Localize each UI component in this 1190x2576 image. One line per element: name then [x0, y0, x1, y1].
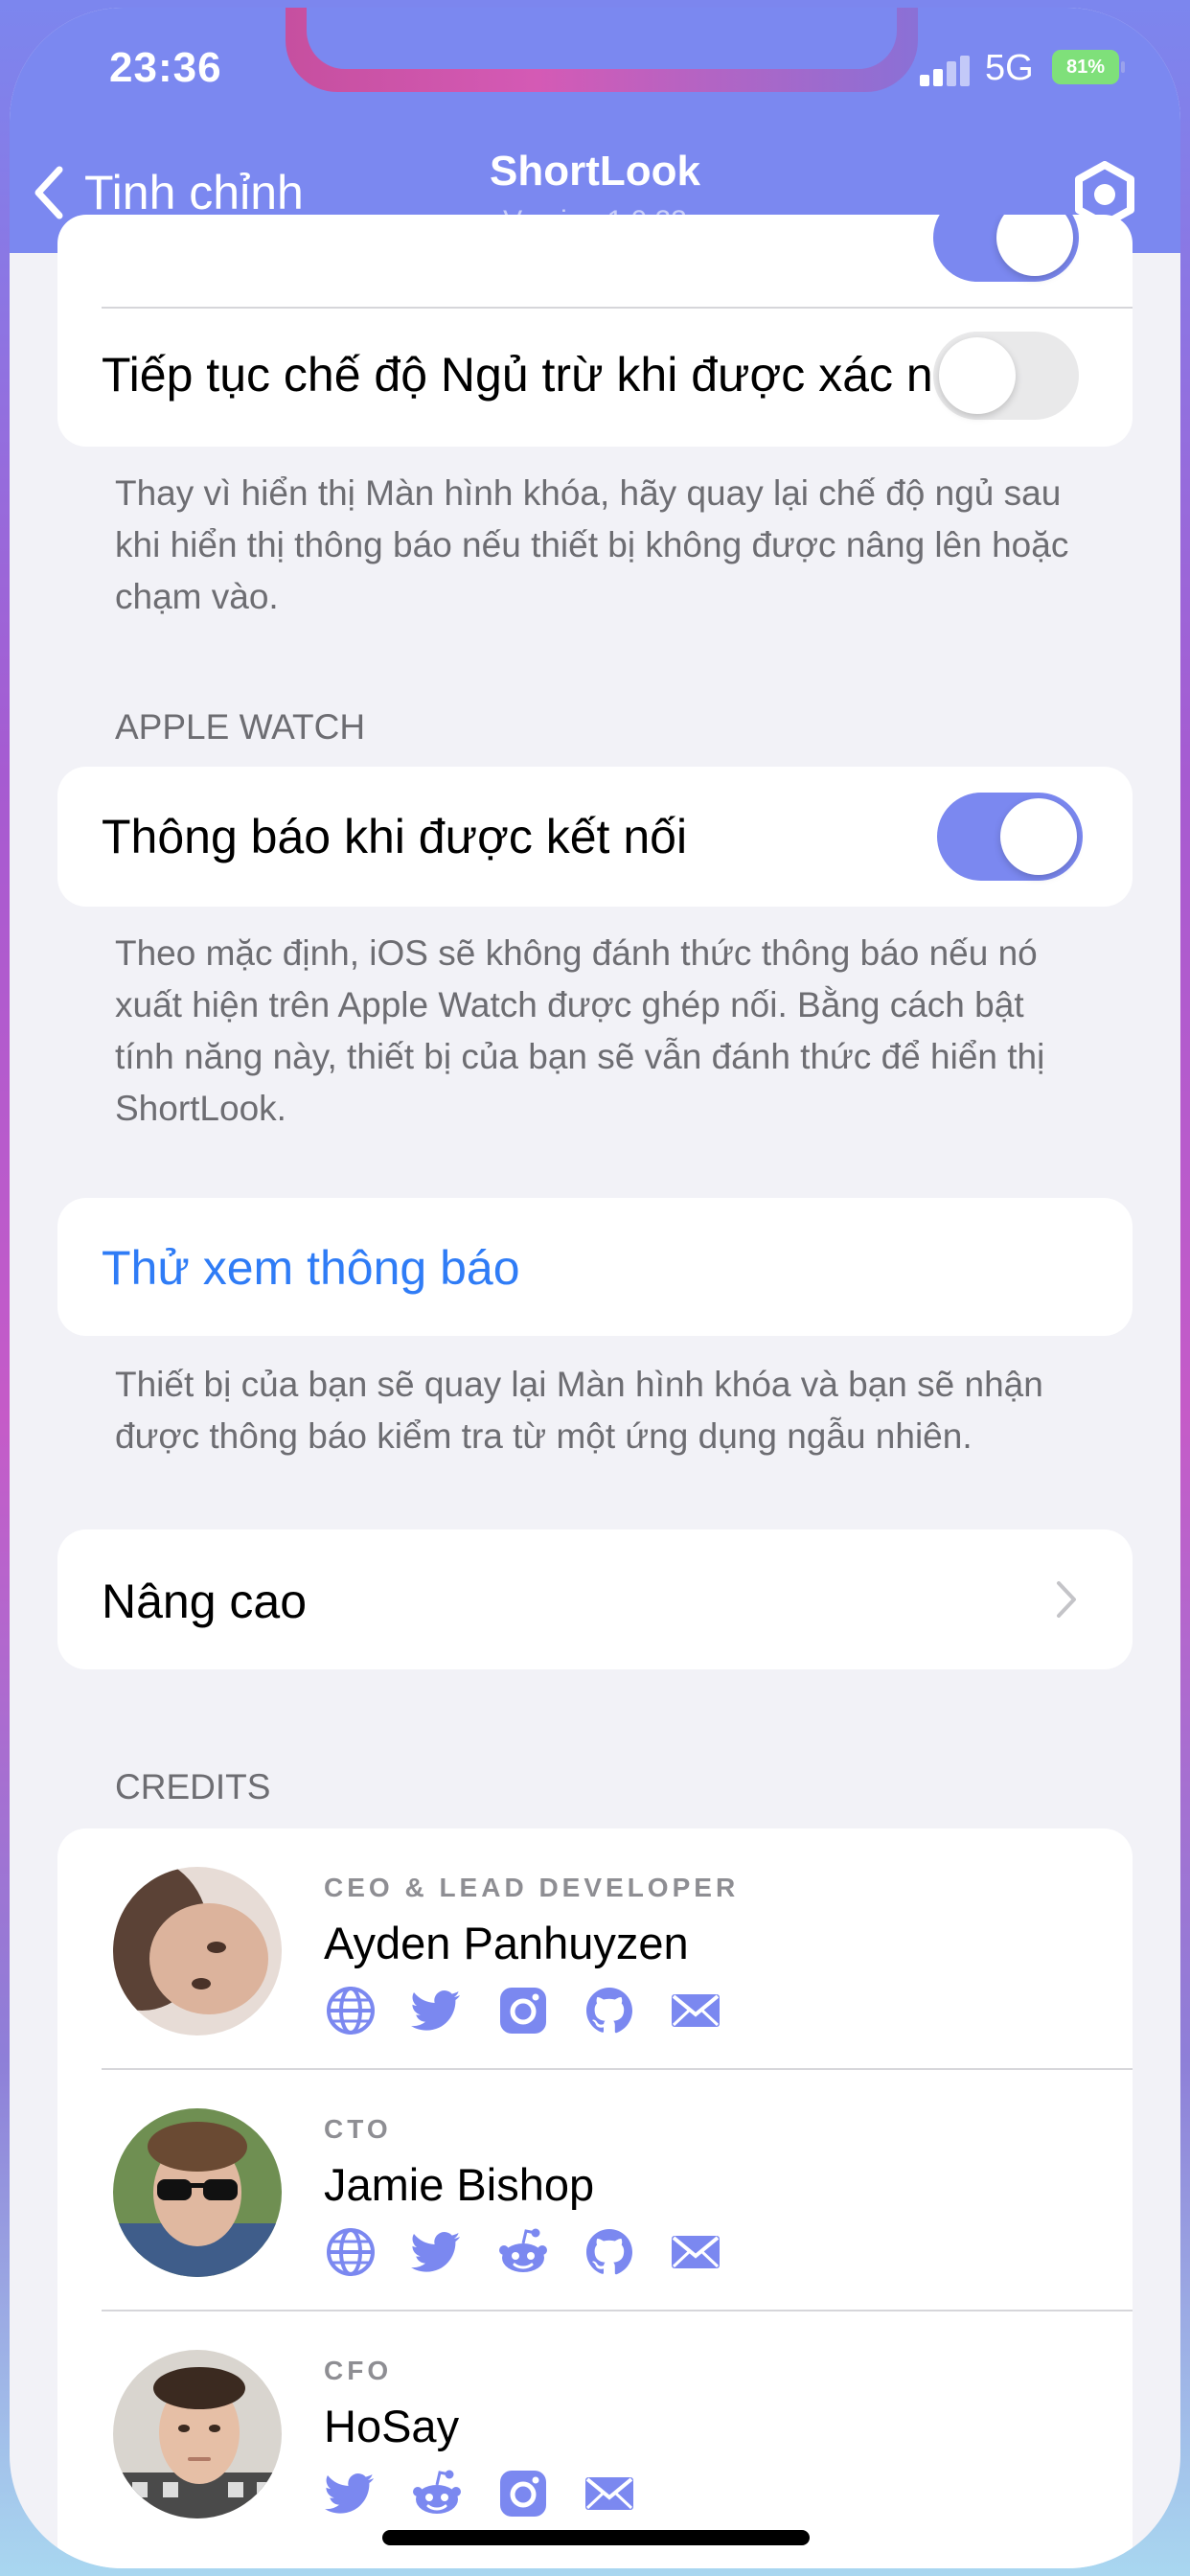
reddit-icon[interactable] — [496, 2225, 550, 2279]
credit-row: CEO & LEAD DEVELOPER Ayden Panhuyzen — [57, 1828, 1133, 2070]
network-type: 5G — [985, 48, 1034, 88]
mail-icon[interactable] — [583, 2467, 636, 2520]
credit-row: CTO Jamie Bishop — [57, 2070, 1133, 2312]
test-notification-button[interactable]: Thử xem thông báo — [57, 1198, 1133, 1336]
twitter-icon[interactable] — [410, 1984, 464, 2037]
sleep-footer: Thay vì hiển thị Màn hình khóa, hãy quay… — [115, 473, 1069, 616]
twitter-icon[interactable] — [324, 2467, 378, 2520]
twitter-icon[interactable] — [410, 2225, 464, 2279]
social-links — [324, 2225, 755, 2279]
test-notification-label: Thử xem thông báo — [102, 1241, 520, 1295]
hidden-toggle[interactable] — [933, 215, 1079, 282]
social-links — [324, 2467, 669, 2520]
section-header-credits: CREDITS — [115, 1767, 271, 1806]
sleep-settings-card: Tiếp tục chế độ Ngủ trừ khi được xác n..… — [57, 215, 1133, 447]
watch-footer: Theo mặc định, iOS sẽ không đánh thức th… — [115, 933, 1045, 1128]
instagram-icon[interactable] — [496, 2467, 550, 2520]
chevron-right-icon — [1057, 1581, 1076, 1618]
sleep-row-label: Tiếp tục chế độ Ngủ trừ khi được xác n..… — [102, 348, 973, 402]
watch-row-label: Thông báo khi được kết nối — [102, 810, 688, 863]
credit-row: CFO HoSay — [57, 2312, 1133, 2553]
globe-icon[interactable] — [324, 2225, 378, 2279]
avatar — [113, 2108, 282, 2277]
avatar — [113, 1867, 282, 2036]
globe-icon[interactable] — [324, 1984, 378, 2037]
status-time: 23:36 — [109, 44, 222, 91]
page-title: ShortLook — [490, 148, 700, 195]
home-indicator[interactable] — [382, 2530, 810, 2545]
social-links — [324, 1984, 755, 2037]
instagram-icon[interactable] — [496, 1984, 550, 2037]
credit-role: CEO & LEAD DEVELOPER — [324, 1873, 740, 1902]
github-icon[interactable] — [583, 1984, 636, 2037]
mail-icon[interactable] — [669, 1984, 722, 2037]
section-header-apple-watch: APPLE WATCH — [115, 707, 366, 747]
advanced-label: Nâng cao — [102, 1575, 308, 1628]
github-icon[interactable] — [583, 2225, 636, 2279]
credit-name: Jamie Bishop — [324, 2159, 595, 2210]
test-footer: Thiết bị của bạn sẽ quay lại Màn hình kh… — [115, 1365, 1043, 1456]
notch — [286, 8, 918, 92]
credit-role: CFO — [324, 2356, 393, 2385]
mail-icon[interactable] — [669, 2225, 722, 2279]
advanced-row[interactable]: Nâng cao — [57, 1530, 1133, 1669]
watch-toggle[interactable] — [937, 793, 1083, 881]
credits-card: CEO & LEAD DEVELOPER Ayden Panhuyzen CTO… — [57, 1828, 1133, 2568]
sleep-toggle[interactable] — [933, 332, 1079, 420]
battery-indicator: 81% — [1052, 50, 1125, 84]
reddit-icon[interactable] — [410, 2467, 464, 2520]
phone-screen: 23:36 5G 81% Tinh chỉnh ShortLook Versio… — [10, 8, 1180, 2568]
credit-role: CTO — [324, 2114, 392, 2144]
avatar — [113, 2350, 282, 2518]
credit-name: Ayden Panhuyzen — [324, 1918, 689, 1968]
apple-watch-card: Thông báo khi được kết nối — [57, 767, 1133, 907]
divider — [102, 307, 1133, 309]
credit-name: HoSay — [324, 2401, 460, 2451]
signal-icon — [920, 56, 972, 86]
